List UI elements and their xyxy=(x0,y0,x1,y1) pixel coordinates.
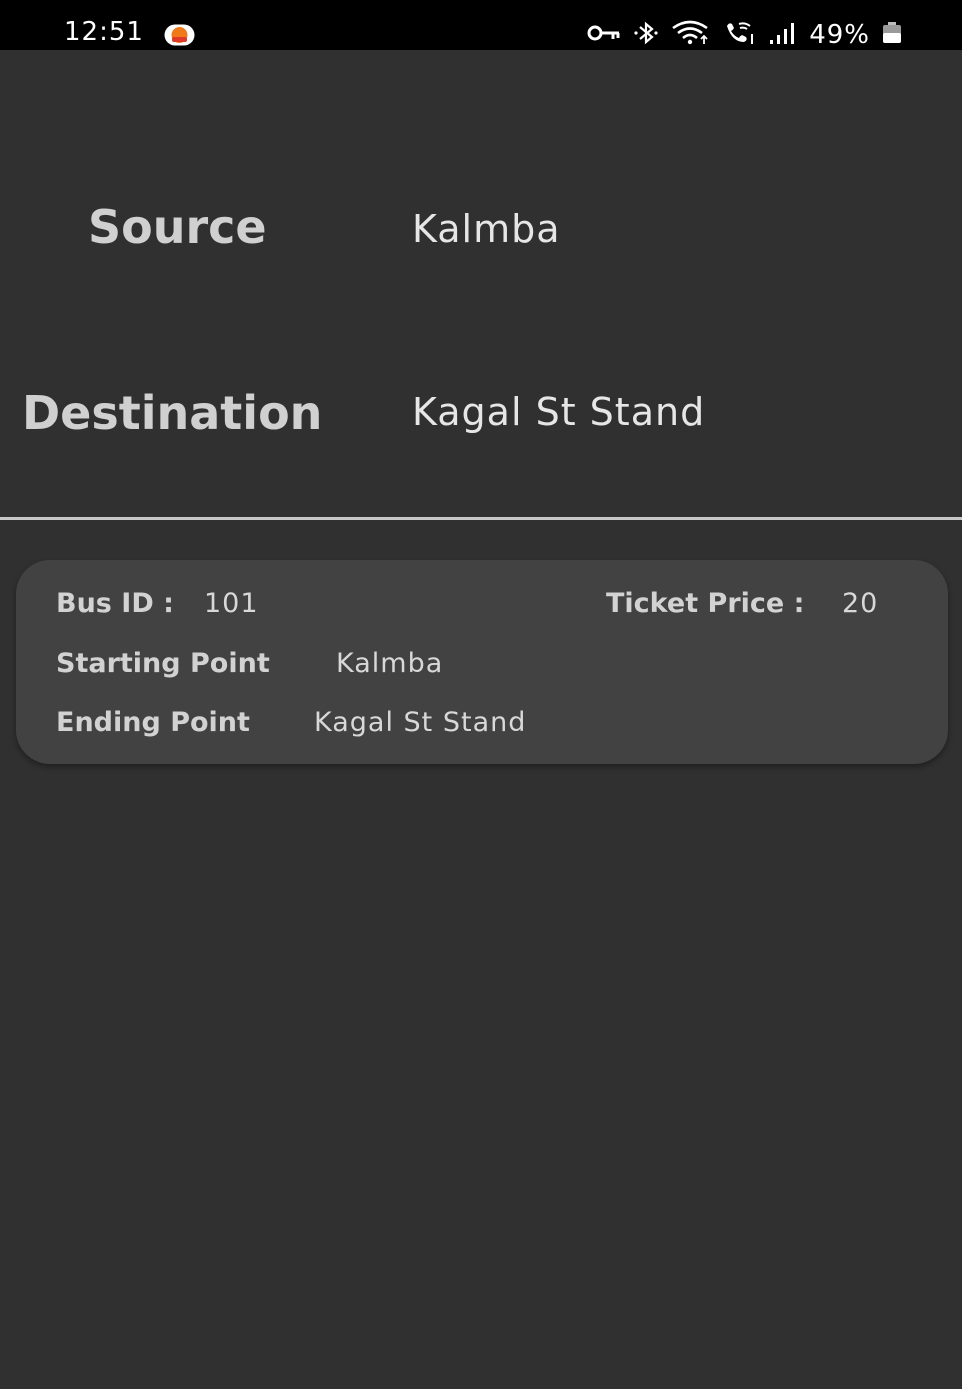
divider xyxy=(0,517,962,520)
starting-point-label: Starting Point xyxy=(56,648,270,679)
bus-id-label: Bus ID : xyxy=(56,588,174,619)
main-content: Source Kalmba Destination Kagal St Stand… xyxy=(0,50,962,1389)
ending-point-label: Ending Point xyxy=(56,707,250,738)
vpn-key-icon xyxy=(587,23,621,47)
app-notification-icon xyxy=(164,24,195,46)
status-icons: 49% xyxy=(587,18,902,52)
starting-point-value: Kalmba xyxy=(336,648,444,679)
destination-label: Destination xyxy=(22,386,323,440)
wifi-icon xyxy=(671,20,711,50)
battery-icon xyxy=(882,22,902,48)
status-bar: 12:51 49% xyxy=(0,0,962,50)
cell-signal-icon xyxy=(769,21,797,49)
ticket-price-value: 20 xyxy=(842,588,879,619)
wifi-calling-icon xyxy=(723,20,757,50)
bus-id-value: 101 xyxy=(204,588,259,619)
bus-result-card[interactable]: Bus ID : 101 Ticket Price : 20 Starting … xyxy=(16,560,948,764)
status-time: 12:51 xyxy=(64,17,144,47)
ticket-price-label: Ticket Price : xyxy=(606,588,805,619)
source-value: Kalmba xyxy=(412,207,561,251)
source-label: Source xyxy=(88,200,267,254)
ending-point-value: Kagal St Stand xyxy=(314,707,527,738)
battery-percent: 49% xyxy=(809,20,870,50)
bluetooth-icon xyxy=(633,21,659,49)
destination-value: Kagal St Stand xyxy=(412,390,706,434)
